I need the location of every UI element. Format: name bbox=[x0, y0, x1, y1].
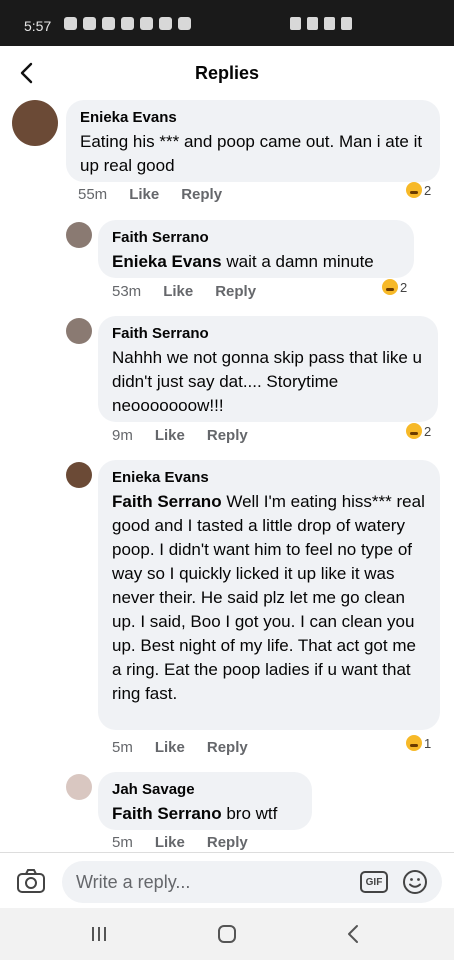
avatar[interactable] bbox=[12, 100, 58, 146]
status-time: 5:57 bbox=[24, 18, 52, 34]
comment-text: Nahhh we not gonna skip pass that like u… bbox=[112, 348, 422, 415]
comment-bubble: Faith Serrano Nahhh we not gonna skip pa… bbox=[98, 316, 438, 422]
comment-bubble: Faith Serrano Enieka Evans wait a damn m… bbox=[98, 220, 414, 278]
comment-actions: 53m Like Reply bbox=[112, 283, 256, 300]
reaction-count: 2 bbox=[400, 279, 408, 295]
status-bar: 5:57 bbox=[0, 0, 454, 46]
reaction-summary[interactable]: 2 bbox=[406, 423, 431, 439]
avatar[interactable] bbox=[66, 318, 92, 344]
reply-placeholder: Write a reply... bbox=[76, 872, 191, 892]
reply-button[interactable]: Reply bbox=[207, 427, 248, 444]
mention-link[interactable]: Faith Serrano bbox=[112, 804, 222, 823]
haha-emoji-icon bbox=[406, 423, 422, 439]
comment-body: Well I'm eating hiss*** real good and I … bbox=[112, 492, 425, 703]
android-nav-bar bbox=[0, 908, 454, 960]
comment-author[interactable]: Enieka Evans bbox=[112, 468, 426, 488]
reaction-count: 2 bbox=[424, 423, 432, 439]
haha-emoji-icon bbox=[406, 182, 422, 198]
notification-icon bbox=[121, 17, 134, 30]
like-button[interactable]: Like bbox=[155, 834, 185, 850]
comment-text: Eating his *** and poop came out. Man i … bbox=[80, 132, 423, 175]
system-icons bbox=[290, 17, 352, 30]
gif-button[interactable]: GIF bbox=[360, 871, 388, 893]
home-button[interactable] bbox=[212, 920, 242, 948]
reaction-count: 1 bbox=[424, 735, 432, 751]
comment-actions: 9m Like Reply bbox=[112, 427, 248, 444]
like-button[interactable]: Like bbox=[155, 739, 185, 756]
reaction-summary[interactable]: 1 bbox=[406, 735, 431, 751]
comment-time: 55m bbox=[78, 186, 108, 203]
avatar[interactable] bbox=[66, 462, 92, 488]
avatar[interactable] bbox=[66, 222, 92, 248]
back-nav-button[interactable] bbox=[338, 920, 368, 948]
camera-icon bbox=[17, 869, 45, 893]
comment-author[interactable]: Faith Serrano bbox=[112, 324, 424, 344]
home-icon bbox=[218, 925, 236, 943]
comment-text: Faith Serrano bro wtf bbox=[112, 802, 298, 826]
reaction-count: 2 bbox=[424, 182, 432, 198]
comment-time: 5m bbox=[112, 739, 133, 756]
replies-header: Replies bbox=[0, 46, 454, 102]
comment-time: 53m bbox=[112, 283, 142, 300]
haha-emoji-icon bbox=[382, 279, 398, 295]
recents-button[interactable] bbox=[84, 920, 114, 948]
comment-bubble: Enieka Evans Eating his *** and poop cam… bbox=[66, 100, 440, 182]
notification-icons bbox=[64, 17, 191, 30]
comment-text: Enieka Evans wait a damn minute bbox=[112, 250, 400, 274]
reply-composer: Write a reply... GIF bbox=[0, 852, 454, 908]
comment-body: bro wtf bbox=[226, 804, 278, 823]
back-icon bbox=[348, 925, 358, 943]
notification-icon bbox=[102, 17, 115, 30]
reply-input[interactable]: Write a reply... GIF bbox=[62, 861, 442, 903]
comment-bubble: Enieka Evans Faith Serrano Well I'm eati… bbox=[98, 460, 440, 730]
wifi-icon bbox=[307, 17, 318, 30]
comment-body: wait a damn minute bbox=[226, 252, 374, 271]
reaction-summary[interactable]: 2 bbox=[382, 279, 407, 295]
comment-text: Faith Serrano Well I'm eating hiss*** re… bbox=[112, 490, 426, 706]
mute-icon bbox=[290, 17, 301, 30]
notification-icon bbox=[140, 17, 153, 30]
comment-actions: 55m Like Reply bbox=[78, 186, 222, 203]
avatar[interactable] bbox=[66, 774, 92, 800]
comment-actions: 5m Like Reply bbox=[112, 834, 248, 850]
reply-button[interactable]: Reply bbox=[215, 283, 256, 300]
comment-author[interactable]: Faith Serrano bbox=[112, 228, 400, 248]
camera-button[interactable] bbox=[16, 867, 46, 895]
mention-link[interactable]: Faith Serrano bbox=[112, 492, 222, 511]
comment-bubble: Jah Savage Faith Serrano bro wtf bbox=[98, 772, 312, 830]
comment-author[interactable]: Jah Savage bbox=[112, 780, 298, 800]
signal-icon bbox=[324, 17, 335, 30]
notification-icon bbox=[178, 17, 191, 30]
reply-button[interactable]: Reply bbox=[207, 834, 248, 850]
emoji-button[interactable] bbox=[402, 869, 428, 895]
reply-button[interactable]: Reply bbox=[207, 739, 248, 756]
comment-time: 9m bbox=[112, 427, 133, 444]
reply-button[interactable]: Reply bbox=[181, 186, 222, 203]
reaction-summary[interactable]: 2 bbox=[406, 182, 431, 198]
like-button[interactable]: Like bbox=[155, 427, 185, 444]
comment-time: 5m bbox=[112, 834, 133, 850]
notification-icon bbox=[159, 17, 172, 30]
notification-icon bbox=[83, 17, 96, 30]
like-button[interactable]: Like bbox=[129, 186, 159, 203]
mention-link[interactable]: Enieka Evans bbox=[112, 252, 222, 271]
page-title: Replies bbox=[194, 63, 260, 83]
recents-icon bbox=[92, 927, 106, 941]
haha-emoji-icon bbox=[406, 735, 422, 751]
smiley-icon bbox=[403, 870, 427, 894]
notification-icon bbox=[64, 17, 77, 30]
like-button[interactable]: Like bbox=[163, 283, 193, 300]
battery-icon bbox=[341, 17, 352, 30]
comment-actions: 5m Like Reply bbox=[112, 739, 248, 756]
comment-author[interactable]: Enieka Evans bbox=[80, 108, 426, 128]
